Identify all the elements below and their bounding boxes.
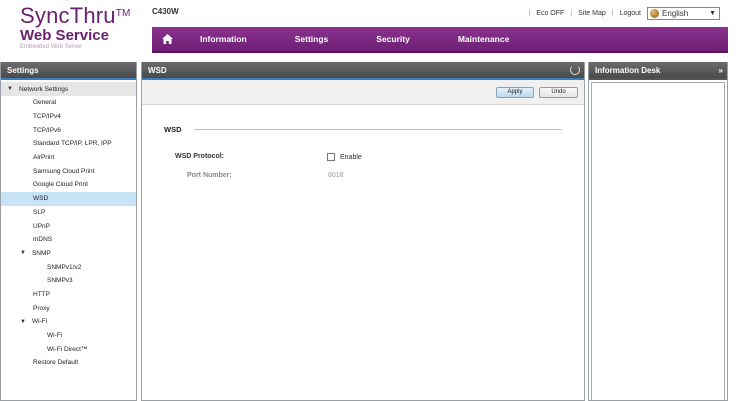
sidebar-item-proxy[interactable]: Proxy [1, 301, 136, 315]
nav-settings[interactable]: Settings [271, 34, 353, 44]
sidebar-item-standard-tcpip[interactable]: Standard TCP/IP, LPR, IPP [1, 137, 136, 151]
divider: | [611, 9, 614, 17]
sidebar-item-samsung-cloud-print[interactable]: Samsung Cloud Print [1, 164, 136, 178]
tree-network-settings[interactable]: ▼ Network Settings [1, 82, 136, 96]
sidebar-title: Settings [1, 62, 136, 80]
info-desk-header: Information Desk » [589, 62, 727, 80]
panel-header: WSD [142, 62, 584, 80]
home-icon [161, 34, 173, 44]
sitemap-link[interactable]: Site Map [578, 10, 606, 17]
globe-icon [650, 8, 659, 18]
logo-subtitle: Web Service [20, 27, 109, 44]
info-desk-title: Information Desk [595, 65, 661, 75]
settings-tree: ▼ Network Settings General TCP/IPv4 TCP/… [1, 80, 136, 370]
logo-trademark: TM [115, 8, 131, 19]
logo-title: SyncThruTM [20, 3, 131, 28]
port-number-label: Port Number: [187, 172, 232, 179]
sidebar-item-snmpv1v2[interactable]: SNMPv1/v2 [1, 260, 136, 274]
undo-button[interactable]: Undo [539, 86, 578, 98]
model-name: C430W [152, 7, 179, 16]
port-number-value: 8018 [328, 172, 344, 179]
sidebar-item-slp[interactable]: SLP [1, 206, 136, 220]
enable-label: Enable [340, 153, 362, 161]
sidebar-item-google-cloud-print[interactable]: Google Cloud Print [1, 178, 136, 192]
nav-information[interactable]: Information [182, 34, 271, 44]
sidebar-item-wifi[interactable]: Wi-Fi [1, 329, 136, 343]
tree-label: Wi-Fi [31, 318, 48, 326]
sidebar-item-mdns[interactable]: mDNS [1, 233, 136, 247]
section-divider [194, 129, 562, 130]
divider: | [528, 9, 531, 17]
information-desk: Information Desk » [588, 62, 728, 401]
nav-maintenance[interactable]: Maintenance [434, 34, 534, 44]
main-nav: Information Settings Security Maintenanc… [152, 27, 728, 53]
expanded-icon: ▼ [20, 250, 26, 257]
expanded-icon: ▼ [20, 318, 26, 325]
tree-snmp[interactable]: ▼ SNMP [1, 247, 136, 261]
sidebar-item-http[interactable]: HTTP [1, 288, 136, 302]
section-title: WSD [164, 125, 182, 134]
wsd-protocol-label: WSD Protocol: [175, 153, 224, 160]
page-title: WSD [148, 65, 167, 75]
language-value: English [662, 8, 689, 18]
collapse-icon[interactable]: » [719, 66, 723, 75]
info-desk-content [591, 82, 725, 400]
tree-wifi[interactable]: ▼ Wi-Fi [1, 315, 136, 329]
eco-link[interactable]: Eco OFF [536, 10, 564, 17]
tree-label: SNMP [31, 249, 51, 257]
wsd-panel: WSD Apply Undo WSD WSD Protocol: Enable … [141, 62, 585, 401]
sidebar-item-wsd[interactable]: WSD [1, 191, 136, 206]
logo-tagline: Embedded Web Server [20, 44, 83, 50]
sidebar-item-wifi-direct[interactable]: Wi-Fi Direct™ [1, 342, 136, 356]
sidebar-item-snmpv3[interactable]: SNMPv3 [1, 274, 136, 288]
divider: | [570, 9, 573, 17]
sidebar-item-tcpipv6[interactable]: TCP/IPv6 [1, 123, 136, 137]
sidebar-item-tcpipv4[interactable]: TCP/IPv4 [1, 110, 136, 124]
sidebar-item-airprint[interactable]: AirPrint [1, 151, 136, 165]
sidebar-item-upnp[interactable]: UPnP [1, 219, 136, 233]
logo: SyncThruTM Web Service Embedded Web Serv… [20, 5, 148, 55]
settings-sidebar: Settings ▼ Network Settings General TCP/… [0, 62, 137, 401]
toolbar: Apply Undo [142, 80, 584, 105]
chevron-down-icon: ▼ [709, 9, 716, 17]
sidebar-item-general[interactable]: General [1, 96, 136, 110]
language-select[interactable]: English ▼ [647, 6, 720, 20]
tree-label: Network Settings [18, 85, 69, 93]
sidebar-item-restore-default[interactable]: Restore Default [1, 356, 136, 370]
refresh-icon[interactable] [570, 65, 580, 75]
enable-checkbox[interactable]: Enable [327, 153, 362, 161]
top-links: | Eco OFF | Site Map | Logout English ▼ [522, 6, 720, 20]
home-button[interactable] [152, 27, 182, 51]
nav-security[interactable]: Security [352, 34, 434, 44]
apply-button[interactable]: Apply [496, 86, 534, 98]
expanded-icon: ▼ [7, 86, 13, 92]
checkbox-box[interactable] [327, 153, 335, 161]
logout-link[interactable]: Logout [620, 10, 641, 17]
